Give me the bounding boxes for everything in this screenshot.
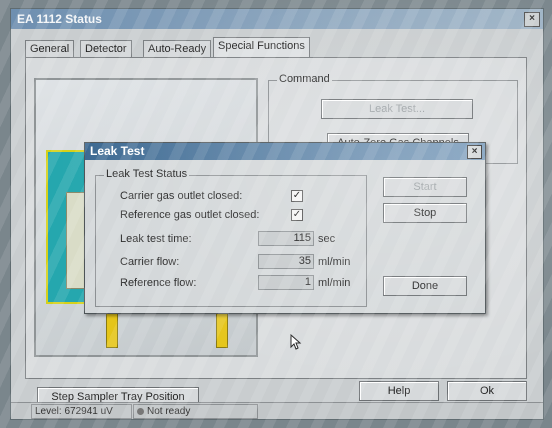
tab-general[interactable]: General — [25, 40, 75, 58]
ready-status-text: Not ready — [147, 406, 191, 417]
check-icon: ✓ — [292, 209, 302, 220]
window-titlebar: EA 1112 Status × — [11, 9, 543, 29]
carrier-outlet-checkbox: ✓ — [291, 190, 303, 202]
stop-button[interactable]: Stop — [383, 203, 467, 223]
dialog-title: Leak Test — [90, 144, 145, 158]
carrier-flow-value: 35 — [258, 254, 314, 269]
leak-time-unit: sec — [318, 233, 336, 245]
tab-detector[interactable]: Detector — [80, 40, 132, 58]
tab-auto-ready[interactable]: Auto-Ready — [143, 40, 212, 58]
start-button[interactable]: Start — [383, 177, 467, 197]
close-icon[interactable]: × — [467, 145, 482, 159]
tab-special-functions[interactable]: Special Functions — [213, 37, 310, 58]
leak-time-label: Leak test time: — [120, 233, 192, 245]
leak-test-button[interactable]: Leak Test... — [321, 99, 473, 119]
ready-status: Not ready — [133, 404, 258, 419]
reference-flow-value: 1 — [258, 275, 314, 290]
ok-button[interactable]: Ok — [447, 381, 527, 401]
level-readout: Level: 672941 uV — [31, 404, 132, 419]
carrier-flow-unit: ml/min — [318, 256, 351, 268]
check-icon: ✓ — [292, 190, 302, 201]
status-bar: Level: 672941 uV Not ready — [11, 402, 543, 419]
window-title: EA 1112 Status — [17, 12, 102, 26]
reference-flow-label: Reference flow: — [120, 277, 197, 289]
dialog-titlebar: Leak Test × — [85, 143, 485, 160]
reference-outlet-checkbox: ✓ — [291, 209, 303, 221]
done-button[interactable]: Done — [383, 276, 467, 296]
leak-test-dialog: Leak Test × Leak Test Status Carrier gas… — [84, 142, 486, 314]
instrument-leg — [106, 310, 118, 348]
carrier-outlet-label: Carrier gas outlet closed: — [120, 190, 243, 202]
command-group-label: Command — [277, 73, 332, 85]
leak-test-status-label: Leak Test Status — [104, 168, 190, 180]
leak-time-value: 115 — [258, 231, 314, 246]
leak-test-status-group: Leak Test Status Carrier gas outlet clos… — [95, 168, 367, 307]
carrier-flow-label: Carrier flow: — [120, 256, 180, 268]
reference-flow-unit: ml/min — [318, 277, 351, 289]
status-dot-icon — [137, 407, 144, 415]
reference-outlet-label: Reference gas outlet closed: — [120, 209, 260, 221]
mouse-pointer-icon — [290, 334, 302, 350]
instrument-leg — [216, 310, 228, 348]
help-button[interactable]: Help — [359, 381, 439, 401]
close-icon[interactable]: × — [524, 12, 540, 27]
